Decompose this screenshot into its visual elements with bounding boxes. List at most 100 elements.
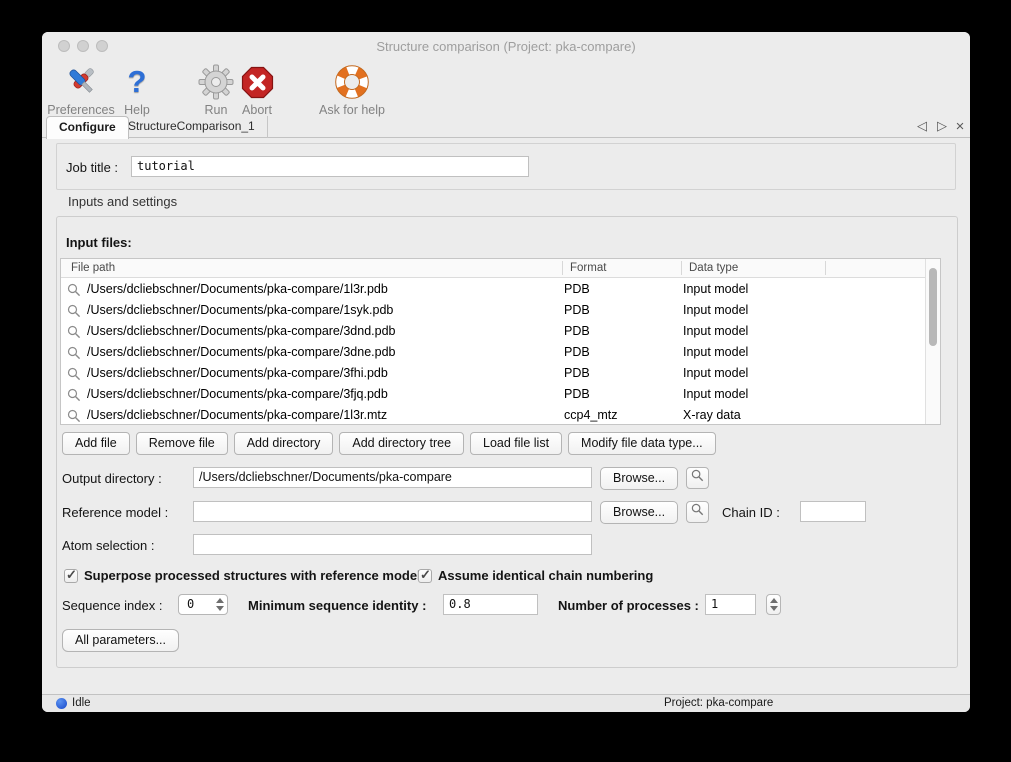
sequence-index-value: 0	[187, 595, 194, 614]
scrollbar-thumb[interactable]	[929, 268, 937, 346]
min-sequence-identity-input[interactable]: 0.8	[443, 594, 538, 615]
column-separator	[562, 261, 563, 275]
chain-id-input[interactable]	[800, 501, 866, 522]
tab-prev-icon[interactable]: ◁	[914, 118, 930, 134]
table-row[interactable]: /Users/dcliebschner/Documents/pka-compar…	[61, 342, 924, 363]
magnifier-icon	[691, 503, 704, 521]
output-directory-label: Output directory :	[62, 471, 162, 486]
file-path: /Users/dcliebschner/Documents/pka-compar…	[87, 279, 388, 300]
status-text: Idle	[72, 695, 91, 712]
job-title-input[interactable]: tutorial	[131, 156, 529, 177]
group-label: Inputs and settings	[68, 194, 177, 209]
table-row[interactable]: /Users/dcliebschner/Documents/pka-compar…	[61, 279, 924, 300]
table-row[interactable]: /Users/dcliebschner/Documents/pka-compar…	[61, 300, 924, 321]
output-directory-view-button[interactable]	[686, 467, 709, 489]
file-path: /Users/dcliebschner/Documents/pka-compar…	[87, 363, 388, 384]
add-file-button[interactable]: Add file	[62, 432, 130, 455]
file-format: PDB	[564, 321, 590, 342]
file-data-type: Input model	[683, 363, 748, 384]
table-header[interactable]: File path Format Data type	[61, 259, 940, 278]
file-data-type: Input model	[683, 300, 748, 321]
sequence-index-spinner[interactable]: 0	[178, 594, 228, 615]
min-sequence-identity-label: Minimum sequence identity :	[248, 598, 426, 613]
status-dot-icon	[56, 698, 67, 709]
all-parameters-button[interactable]: All parameters...	[62, 629, 179, 652]
column-separator	[825, 261, 826, 275]
file-format: PDB	[564, 363, 590, 384]
file-format: PDB	[564, 300, 590, 321]
load-file-list-button[interactable]: Load file list	[470, 432, 562, 455]
num-processes-input[interactable]: 1	[705, 594, 756, 615]
file-path: /Users/dcliebschner/Documents/pka-compar…	[87, 342, 396, 363]
file-path: /Users/dcliebschner/Documents/pka-compar…	[87, 405, 387, 426]
stepper-arrows-icon[interactable]	[770, 597, 778, 612]
superpose-checkbox[interactable]: Superpose processed structures with refe…	[64, 568, 421, 583]
file-path: /Users/dcliebschner/Documents/pka-compar…	[87, 384, 388, 405]
output-directory-input[interactable]: /Users/dcliebschner/Documents/pka-compar…	[193, 467, 592, 488]
window-title: Structure comparison (Project: pka-compa…	[42, 32, 970, 60]
file-data-type: Input model	[683, 384, 748, 405]
chain-id-label: Chain ID :	[722, 505, 780, 520]
file-path: /Users/dcliebschner/Documents/pka-compar…	[87, 300, 393, 321]
atom-selection-input[interactable]	[193, 534, 592, 555]
job-title-label: Job title :	[66, 160, 118, 175]
tab-next-icon[interactable]: ▷	[934, 118, 950, 134]
file-format: PDB	[564, 279, 590, 300]
checkbox-checked-icon[interactable]	[64, 569, 78, 583]
file-format: ccp4_mtz	[564, 405, 618, 426]
magnifier-icon	[691, 469, 704, 487]
stop-icon	[207, 62, 307, 102]
file-format: PDB	[564, 342, 590, 363]
input-files-label: Input files:	[66, 235, 132, 250]
status-bar: Idle Project: pka-compare	[42, 694, 970, 712]
lifebuoy-icon	[302, 62, 402, 102]
file-button-row: Add file Remove file Add directory Add d…	[62, 432, 716, 455]
toolbar-label: Ask for help	[302, 103, 402, 117]
remove-file-button[interactable]: Remove file	[136, 432, 228, 455]
reference-model-view-button[interactable]	[686, 501, 709, 523]
tab-bar: Configure StructureComparison_1 ◁ ▷ ×	[42, 116, 970, 138]
add-directory-tree-button[interactable]: Add directory tree	[339, 432, 464, 455]
reference-model-browse-button[interactable]: Browse...	[600, 501, 678, 524]
num-processes-stepper[interactable]	[766, 594, 781, 615]
file-data-type: X-ray data	[683, 405, 741, 426]
file-format: PDB	[564, 384, 590, 405]
assume-chain-numbering-checkbox[interactable]: Assume identical chain numbering	[418, 568, 653, 583]
file-data-type: Input model	[683, 279, 748, 300]
reference-model-input[interactable]	[193, 501, 592, 522]
toolbar-item-abort[interactable]: Abort	[207, 62, 307, 117]
column-header-file-path[interactable]: File path	[71, 259, 115, 277]
table-row[interactable]: /Users/dcliebschner/Documents/pka-compar…	[61, 363, 924, 384]
checkbox-checked-icon[interactable]	[418, 569, 432, 583]
status-project: Project: pka-compare	[664, 695, 773, 712]
tab-structurecomparison-1[interactable]: StructureComparison_1	[116, 116, 268, 138]
atom-selection-label: Atom selection :	[62, 538, 155, 553]
num-processes-label: Number of processes :	[558, 598, 699, 613]
tab-close-icon[interactable]: ×	[952, 118, 968, 135]
app-window: Structure comparison (Project: pka-compa…	[42, 32, 970, 712]
magnifier-icon	[67, 409, 81, 430]
toolbar-item-ask-for-help[interactable]: Ask for help	[302, 62, 402, 117]
table-row[interactable]: /Users/dcliebschner/Documents/pka-compar…	[61, 321, 924, 342]
reference-model-label: Reference model :	[62, 505, 168, 520]
input-files-table[interactable]: File path Format Data type /Users/dclieb…	[60, 258, 941, 425]
column-separator	[681, 261, 682, 275]
sequence-index-label: Sequence index :	[62, 598, 162, 613]
toolbar-label: Abort	[207, 103, 307, 117]
file-path: /Users/dcliebschner/Documents/pka-compar…	[87, 321, 396, 342]
modify-file-data-type-button[interactable]: Modify file data type...	[568, 432, 716, 455]
checkbox-label: Superpose processed structures with refe…	[84, 568, 421, 583]
checkbox-label: Assume identical chain numbering	[438, 568, 653, 583]
table-row[interactable]: /Users/dcliebschner/Documents/pka-compar…	[61, 405, 924, 426]
column-header-data-type[interactable]: Data type	[689, 259, 738, 277]
file-data-type: Input model	[683, 342, 748, 363]
spinner-arrows-icon[interactable]	[216, 597, 224, 612]
file-data-type: Input model	[683, 321, 748, 342]
table-row[interactable]: /Users/dcliebschner/Documents/pka-compar…	[61, 384, 924, 405]
table-scrollbar[interactable]	[925, 259, 940, 424]
output-directory-browse-button[interactable]: Browse...	[600, 467, 678, 490]
column-header-format[interactable]: Format	[570, 259, 606, 277]
tab-configure[interactable]: Configure	[46, 116, 129, 139]
add-directory-button[interactable]: Add directory	[234, 432, 334, 455]
title-bar[interactable]: Structure comparison (Project: pka-compa…	[42, 32, 970, 60]
